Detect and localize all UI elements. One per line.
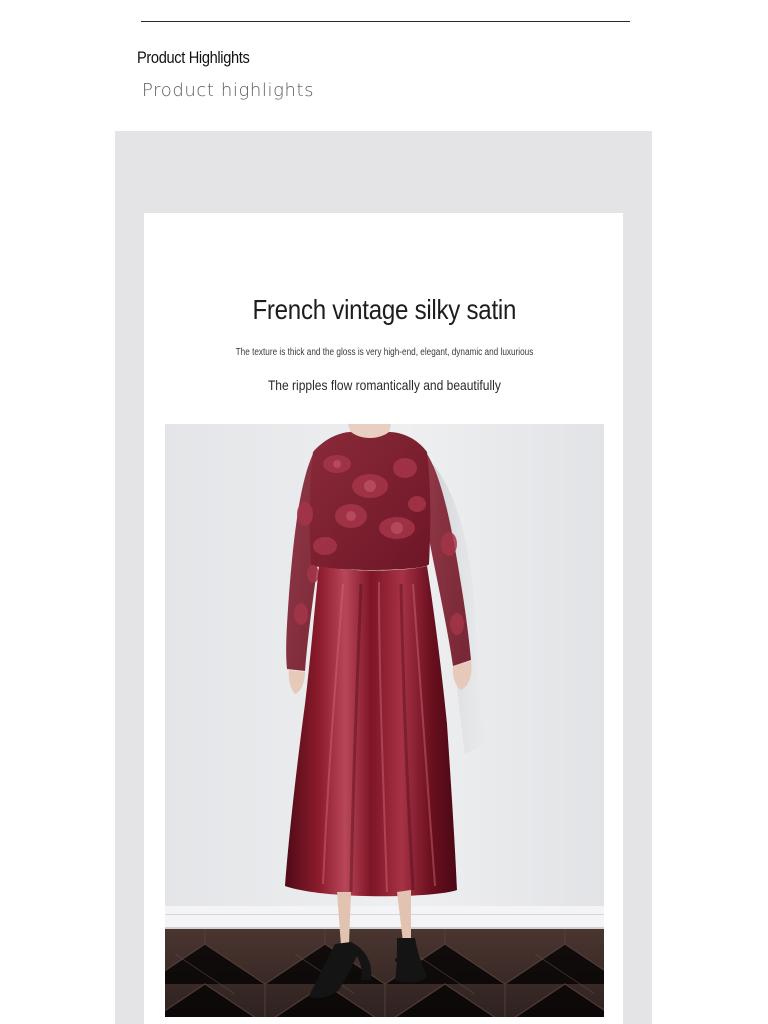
section-title: Product Highlights xyxy=(137,48,250,67)
card-tagline: The ripples flow romantically and beauti… xyxy=(0,377,768,393)
herringbone-floor xyxy=(165,929,604,1017)
card-description: The texture is thick and the gloss is ve… xyxy=(0,347,768,358)
card-description-text: The texture is thick and the gloss is ve… xyxy=(235,347,533,358)
baseboard xyxy=(165,906,604,928)
card-title-text: French vintage silky satin xyxy=(252,294,516,325)
card-tagline-text: The ripples flow romantically and beauti… xyxy=(267,377,501,393)
product-detail-page: Product Highlights Product highlights Fr… xyxy=(0,0,768,1024)
top-divider xyxy=(141,21,630,22)
model-photo-illustration xyxy=(165,424,604,1017)
section-subtitle: Product highlights xyxy=(142,80,315,101)
card-title: French vintage silky satin xyxy=(0,294,768,326)
product-photo xyxy=(165,424,604,1017)
